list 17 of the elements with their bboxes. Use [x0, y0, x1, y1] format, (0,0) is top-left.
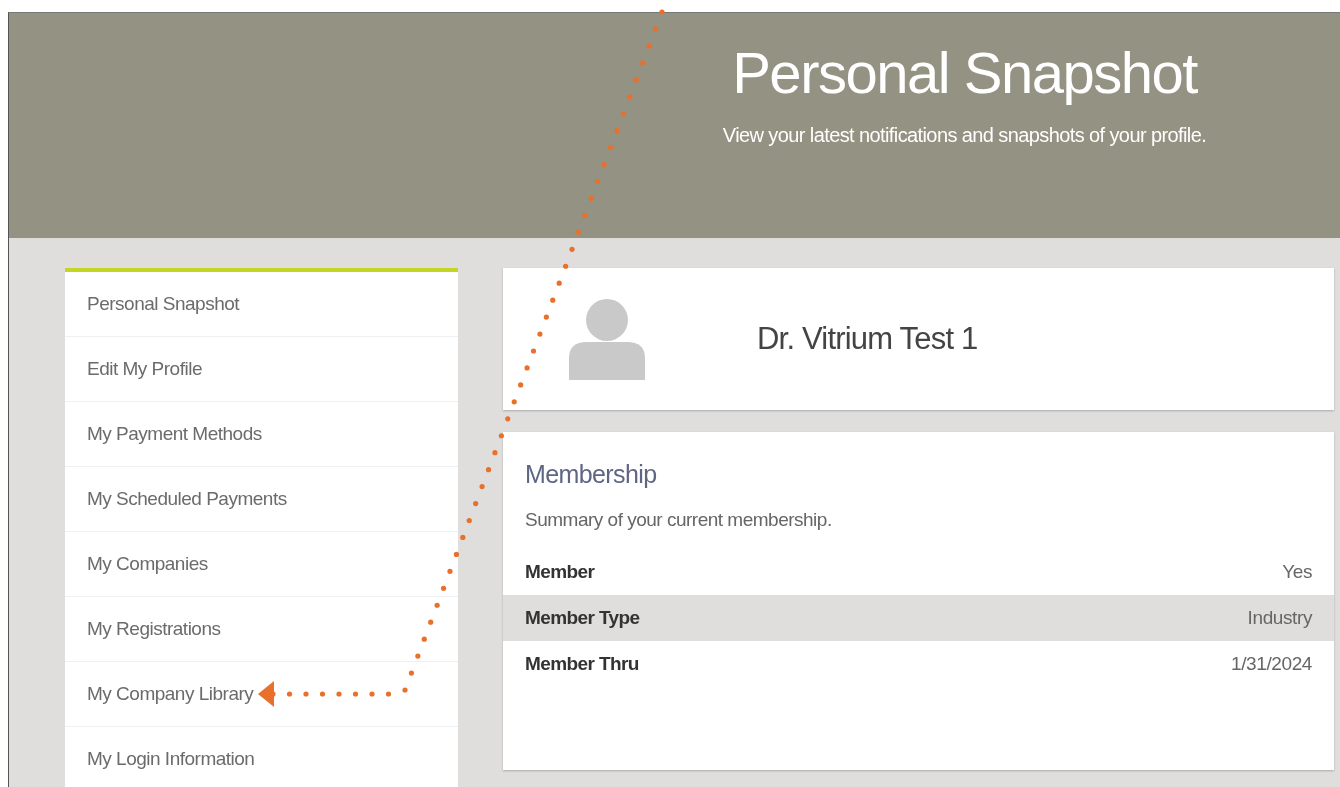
row-label: Member Thru [525, 653, 639, 675]
row-value: 1/31/2024 [1231, 653, 1312, 675]
row-value: Yes [1282, 561, 1312, 583]
page-subtitle: View your latest notifications and snapshots of your profile. [722, 124, 1207, 147]
row-value: Industry [1247, 607, 1312, 629]
membership-title: Membership [525, 460, 658, 489]
sidebar-item[interactable]: My Login Information [65, 727, 458, 787]
sidebar-item[interactable]: My Scheduled Payments [65, 467, 458, 532]
sidebar-item[interactable]: Personal Snapshot [65, 272, 458, 337]
sidebar-item[interactable]: Edit My Profile [65, 337, 458, 402]
row-label: Member Type [525, 607, 640, 629]
membership-description: Summary of your current membership. [525, 509, 833, 531]
page-title: Personal Snapshot [732, 39, 1197, 106]
avatar-icon [569, 298, 645, 380]
row-label: Member [525, 561, 595, 583]
profile-name: Dr. Vitrium Test 1 [757, 321, 978, 357]
sidebar-item[interactable]: My Payment Methods [65, 402, 458, 467]
